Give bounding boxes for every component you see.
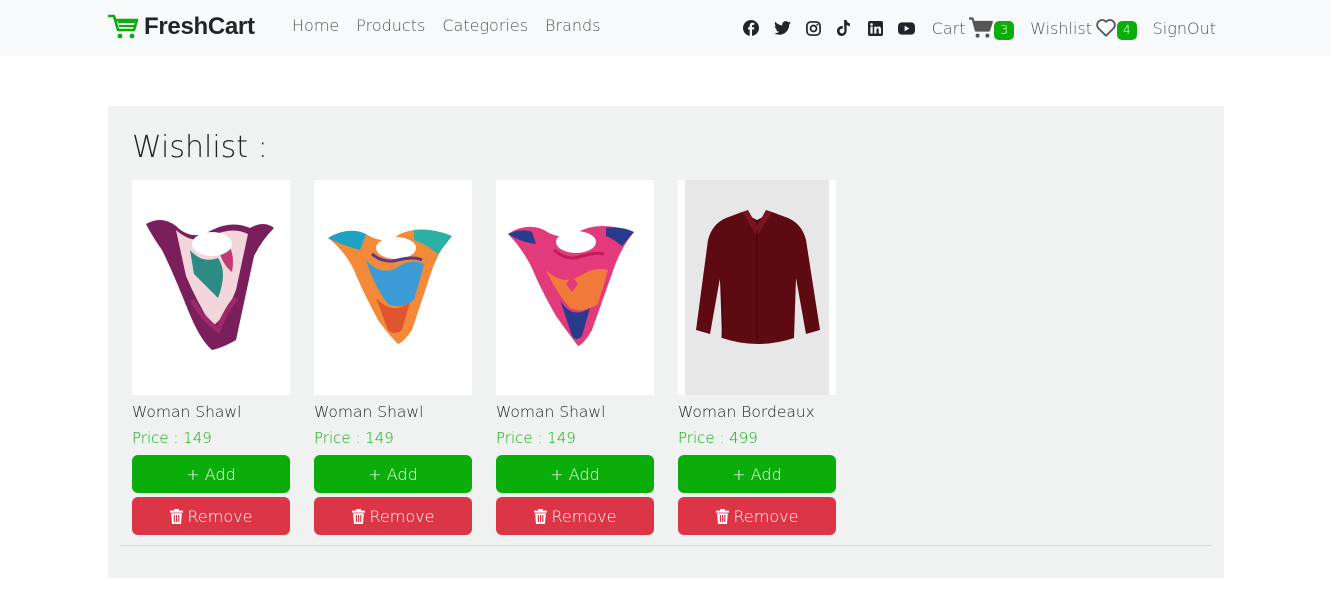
- remove-button[interactable]: Remove: [132, 497, 290, 535]
- add-to-cart-button[interactable]: + Add: [314, 455, 472, 493]
- wishlist-label: Wishlist: [1030, 18, 1092, 38]
- product-price: Price : 499: [678, 429, 758, 447]
- add-label: + Add: [550, 464, 600, 484]
- cart-count-badge: 3: [994, 20, 1015, 40]
- remove-button[interactable]: Remove: [314, 497, 472, 535]
- linkedin-icon[interactable]: [867, 20, 884, 37]
- add-label: + Add: [732, 464, 782, 484]
- divider: [120, 545, 1212, 546]
- product-name: Woman Shawl: [496, 403, 606, 421]
- remove-label: Remove: [369, 506, 435, 526]
- cart-label: Cart: [931, 18, 966, 38]
- cart-icon: [969, 17, 994, 38]
- tiktok-icon[interactable]: [836, 20, 853, 37]
- wishlist-item: Woman Bordeaux Price : 499 + Add Remove: [678, 180, 836, 535]
- cart-logo-icon: [108, 14, 139, 39]
- product-price: Price : 149: [496, 429, 576, 447]
- cart-link[interactable]: Cart 3: [931, 17, 1015, 40]
- add-label: + Add: [368, 464, 418, 484]
- twitter-icon[interactable]: [773, 20, 791, 37]
- nav-home-link[interactable]: Home: [292, 16, 339, 35]
- main-nav: Home Products Categories Brands: [292, 16, 601, 35]
- right-nav: Cart 3 Wishlist 4 SignOut: [743, 14, 1216, 42]
- product-image[interactable]: [496, 180, 654, 395]
- youtube-icon[interactable]: [897, 20, 915, 37]
- product-name: Woman Bordeaux: [678, 403, 815, 421]
- add-to-cart-button[interactable]: + Add: [132, 455, 290, 493]
- wishlist-item: Woman Shawl Price : 149 + Add Remove: [132, 180, 290, 535]
- social-links: [743, 20, 915, 37]
- trash-icon: [351, 508, 365, 524]
- remove-button[interactable]: Remove: [678, 497, 836, 535]
- brand-name: FreshCart: [144, 13, 255, 40]
- product-image[interactable]: [678, 180, 836, 395]
- remove-label: Remove: [551, 506, 617, 526]
- trash-icon: [533, 508, 547, 524]
- product-price: Price : 149: [132, 429, 212, 447]
- trash-icon: [169, 508, 183, 524]
- product-name: Woman Shawl: [314, 403, 424, 421]
- product-image[interactable]: [314, 180, 472, 395]
- add-label: + Add: [186, 464, 236, 484]
- facebook-icon[interactable]: [743, 20, 760, 37]
- nav-categories-link[interactable]: Categories: [442, 16, 528, 35]
- wishlist-item: Woman Shawl Price : 149 + Add Remove: [496, 180, 654, 535]
- product-price: Price : 149: [314, 429, 394, 447]
- wishlist-item: Woman Shawl Price : 149 + Add Remove: [314, 180, 472, 535]
- wishlist-link[interactable]: Wishlist 4: [1030, 17, 1137, 40]
- remove-label: Remove: [733, 506, 799, 526]
- add-to-cart-button[interactable]: + Add: [496, 455, 654, 493]
- product-name: Woman Shawl: [132, 403, 242, 421]
- nav-products-link[interactable]: Products: [356, 16, 425, 35]
- heart-icon: [1096, 19, 1116, 37]
- signout-link[interactable]: SignOut: [1153, 19, 1216, 38]
- wishlist-panel: Wishlist : Woman Shawl Price : 149 + Add…: [108, 106, 1224, 578]
- brand-link[interactable]: FreshCart: [108, 12, 255, 42]
- remove-button[interactable]: Remove: [496, 497, 654, 535]
- product-image[interactable]: [132, 180, 290, 395]
- add-to-cart-button[interactable]: + Add: [678, 455, 836, 493]
- wishlist-count-badge: 4: [1117, 20, 1137, 40]
- trash-icon: [715, 508, 729, 524]
- remove-label: Remove: [187, 506, 253, 526]
- nav-brands-link[interactable]: Brands: [545, 16, 601, 35]
- instagram-icon[interactable]: [805, 20, 822, 37]
- navbar: FreshCart Home Products Categories Brand…: [0, 0, 1331, 56]
- page-title: Wishlist :: [132, 130, 268, 165]
